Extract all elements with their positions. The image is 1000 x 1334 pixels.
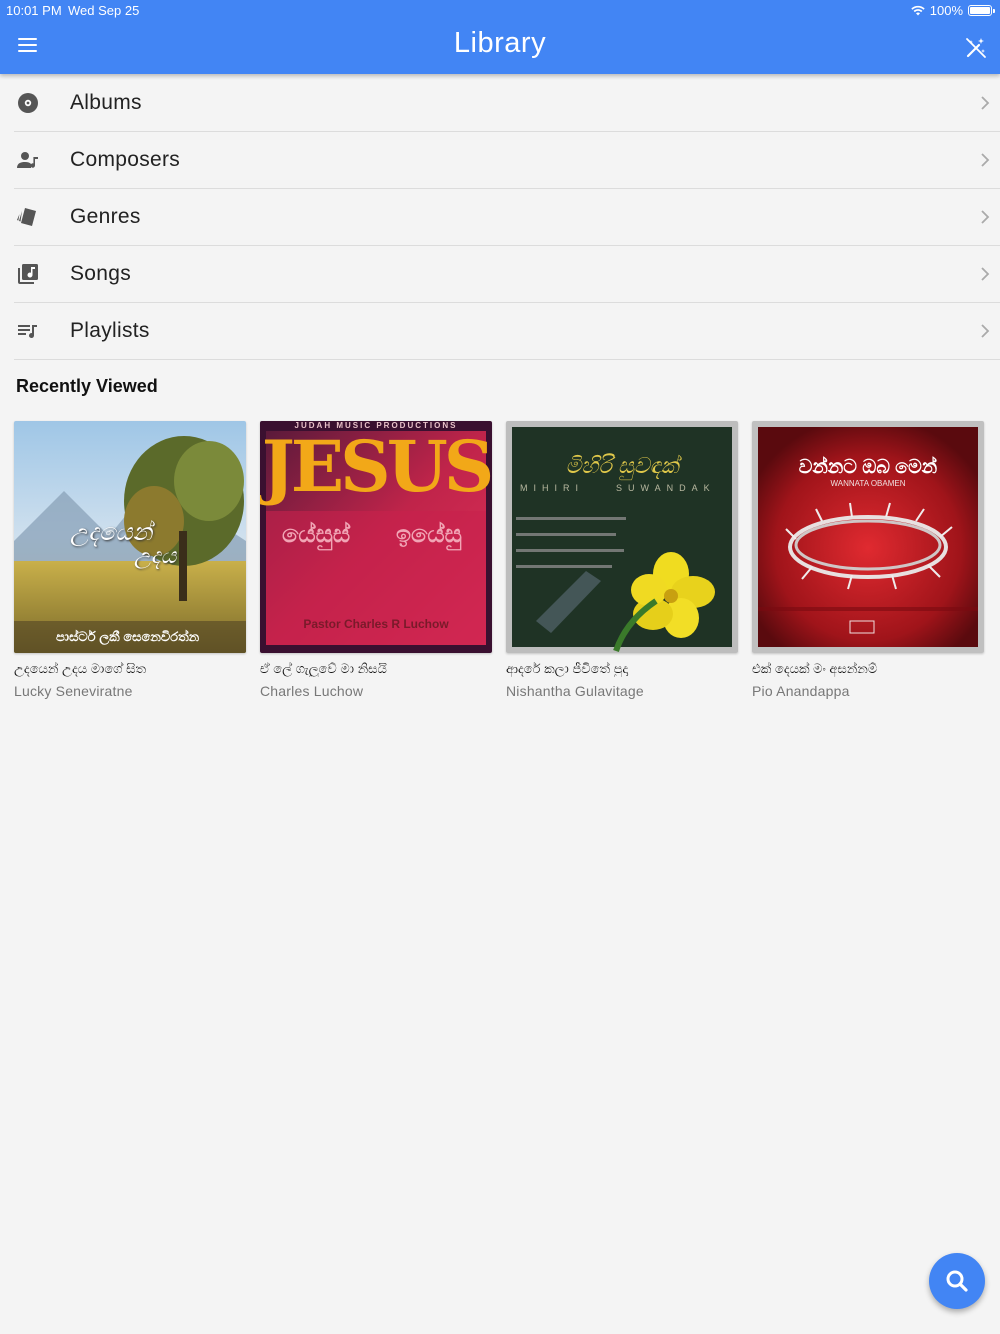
playlist-icon: [18, 325, 37, 339]
composer-person-icon: [17, 152, 38, 168]
cover-text-mihiri: MIHIRI: [520, 483, 584, 493]
chevron-right-icon: [981, 267, 990, 281]
nav-label: Songs: [70, 262, 132, 285]
nav-item-composers[interactable]: Composers: [14, 132, 1000, 189]
cover-text-3: පාස්ටර් ලකී සෙනෙවිරත්න: [56, 629, 200, 644]
wifi-icon: [911, 5, 925, 16]
album-artist: Charles Luchow: [260, 683, 364, 699]
genres-cards-icon: [17, 208, 36, 226]
cover-text-2: උදය: [134, 543, 177, 568]
library-music-icon: [18, 264, 38, 284]
nav-label: Albums: [70, 91, 142, 114]
status-time: 10:01 PM: [6, 3, 62, 18]
album-title: ආදරේ කලා ජීවිතේ පුදා: [506, 661, 629, 676]
status-date: Wed Sep 25: [68, 3, 140, 18]
app-header: 10:01 PM Wed Sep 25 100% Library: [0, 0, 1000, 74]
album-card[interactable]: මිහිරි සුවඳක් MIHIRI SUWANDAK ආදරේ කලා ජ…: [506, 421, 738, 699]
cover-text-title: වන්නට ඔබ මෙන්: [798, 457, 938, 478]
album-title: එක් දෙයක් මං අසන්නම්: [752, 661, 878, 676]
album-disc-icon: [18, 93, 38, 113]
nav-item-playlists[interactable]: Playlists: [14, 303, 1000, 360]
album-card[interactable]: JUDAH MUSIC PRODUCTIONS JESUS යේසුස් ඉයේ…: [260, 421, 492, 699]
album-cover: මිහිරි සුවඳක් MIHIRI SUWANDAK: [506, 421, 738, 653]
album-artist: Lucky Seneviratne: [14, 683, 133, 699]
cover-text-sinhala: යේසුස්: [282, 521, 351, 548]
album-artist: Nishantha Gulavitage: [506, 683, 644, 699]
cover-text-tamil: ඉයේසු: [396, 521, 462, 548]
magic-wand-off-button[interactable]: [964, 36, 988, 60]
library-nav-list: Albums Composers Genres Songs Playlists: [14, 75, 1000, 360]
nav-item-albums[interactable]: Albums: [14, 75, 1000, 132]
album-card[interactable]: වන්නට ඔබ මෙන් WANNATA OBAMEN එක් දෙයක් ම…: [752, 421, 984, 699]
album-cover: උදයෙන් උදය පාස්ටර් ලකී සෙනෙවිරත්න: [14, 421, 246, 653]
battery-percent: 100%: [929, 3, 963, 18]
album-artist: Pio Anandappa: [752, 683, 850, 699]
magic-wand-off-icon: [966, 38, 986, 58]
nav-label: Genres: [70, 205, 141, 228]
search-icon: [946, 1270, 968, 1292]
page-title: Library: [453, 27, 547, 59]
search-fab-button[interactable]: [929, 1253, 985, 1309]
cover-text-subtitle: WANNATA OBAMEN: [830, 479, 906, 488]
chevron-right-icon: [981, 96, 990, 110]
album-card[interactable]: උදයෙන් උදය පාස්ටර් ලකී සෙනෙවිරත්න උදයෙන්…: [14, 421, 246, 699]
album-title: ඒ ලේ ගැලුවේ මා නිසයි: [260, 661, 387, 676]
cover-text-pastor: Pastor Charles R Luchow: [303, 617, 449, 631]
cover-text-jesus: JESUS: [261, 425, 492, 508]
album-title: උදයෙන් උදය මාගේ සිත: [14, 661, 146, 676]
chevron-right-icon: [981, 324, 990, 338]
battery-cap: [993, 9, 995, 13]
chevron-right-icon: [981, 210, 990, 224]
album-cover: JUDAH MUSIC PRODUCTIONS JESUS යේසුස් ඉයේ…: [260, 421, 492, 653]
battery-icon: [968, 5, 995, 16]
album-cover: වන්නට ඔබ මෙන් WANNATA OBAMEN: [752, 421, 984, 653]
recently-viewed-heading: Recently Viewed: [16, 376, 158, 396]
nav-item-genres[interactable]: Genres: [14, 189, 1000, 246]
cover-text-title: මිහිරි සුවඳක්: [565, 453, 679, 478]
nav-item-songs[interactable]: Songs: [14, 246, 1000, 303]
nav-label: Composers: [70, 148, 181, 171]
battery-level: [970, 7, 990, 14]
chevron-right-icon: [981, 153, 990, 167]
cover-text-suwandak: SUWANDAK: [616, 483, 716, 493]
nav-label: Playlists: [70, 319, 150, 342]
status-indicators: 100%: [911, 3, 995, 18]
